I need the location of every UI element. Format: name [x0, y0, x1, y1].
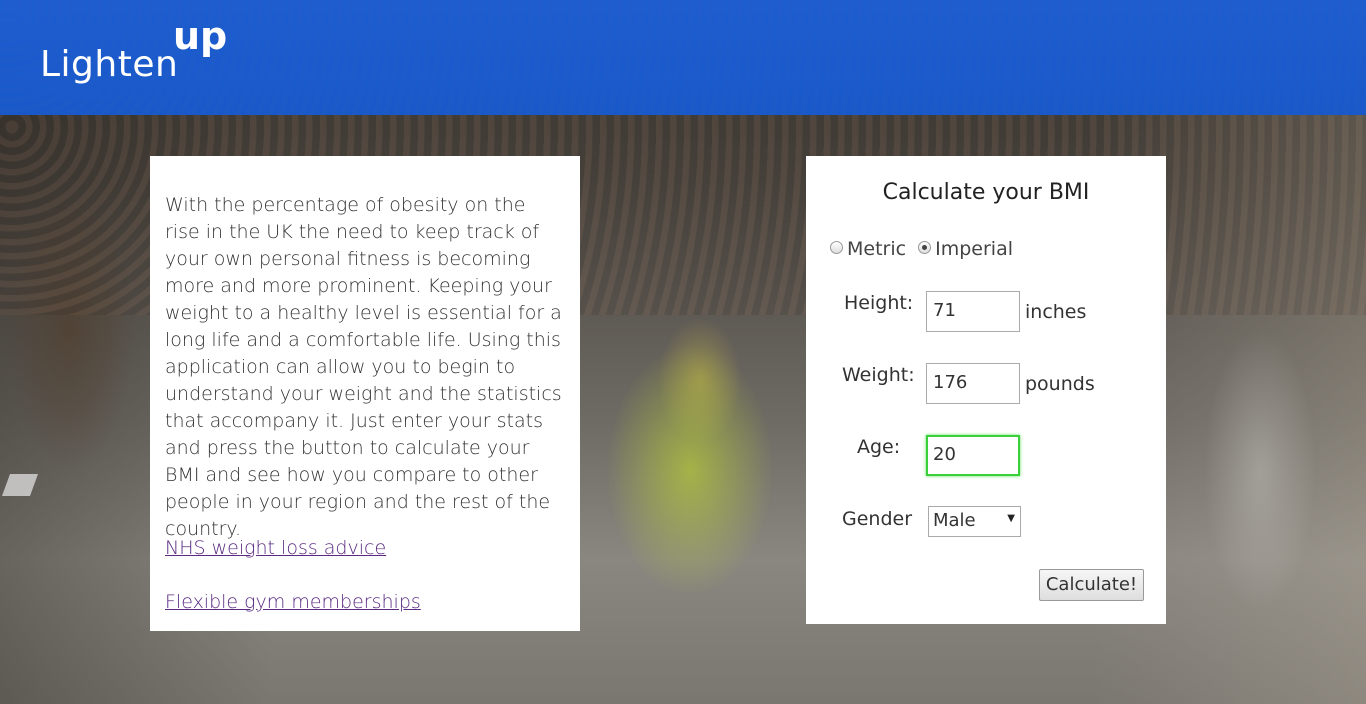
- logo-text-main: Lighten: [40, 44, 179, 85]
- gym-memberships-link[interactable]: Flexible gym memberships: [165, 591, 421, 613]
- age-label: Age:: [857, 436, 901, 458]
- weight-unit: pounds: [1025, 373, 1095, 395]
- height-unit: inches: [1025, 301, 1087, 323]
- imperial-label[interactable]: Imperial: [935, 238, 1013, 260]
- gender-select[interactable]: Male ▼: [928, 506, 1021, 537]
- unit-selector: Metric Imperial: [830, 238, 1019, 260]
- weight-label: Weight:: [842, 364, 915, 386]
- gender-selected-value: Male: [933, 510, 976, 531]
- bmi-calculator-panel: Calculate your BMI Metric Imperial Heigh…: [806, 156, 1166, 624]
- height-input[interactable]: 71: [926, 291, 1020, 332]
- site-header: Lighten up: [0, 0, 1366, 115]
- logo-text-sup: up: [173, 14, 228, 58]
- calculator-title: Calculate your BMI: [882, 180, 1090, 205]
- dropdown-arrow-icon: ▼: [1007, 513, 1015, 524]
- metric-radio[interactable]: [830, 241, 843, 254]
- info-panel: With the percentage of obesity on the ri…: [150, 156, 580, 631]
- age-input[interactable]: 20: [926, 435, 1020, 476]
- imperial-radio[interactable]: [918, 241, 932, 254]
- metric-label[interactable]: Metric: [847, 238, 906, 260]
- height-label: Height:: [844, 292, 914, 314]
- calculate-button[interactable]: Calculate!: [1039, 569, 1144, 601]
- nhs-advice-link[interactable]: NHS weight loss advice: [165, 537, 386, 559]
- intro-paragraph: With the percentage of obesity on the ri…: [165, 194, 562, 540]
- weight-input[interactable]: 176: [926, 363, 1020, 404]
- gender-label: Gender: [842, 508, 913, 530]
